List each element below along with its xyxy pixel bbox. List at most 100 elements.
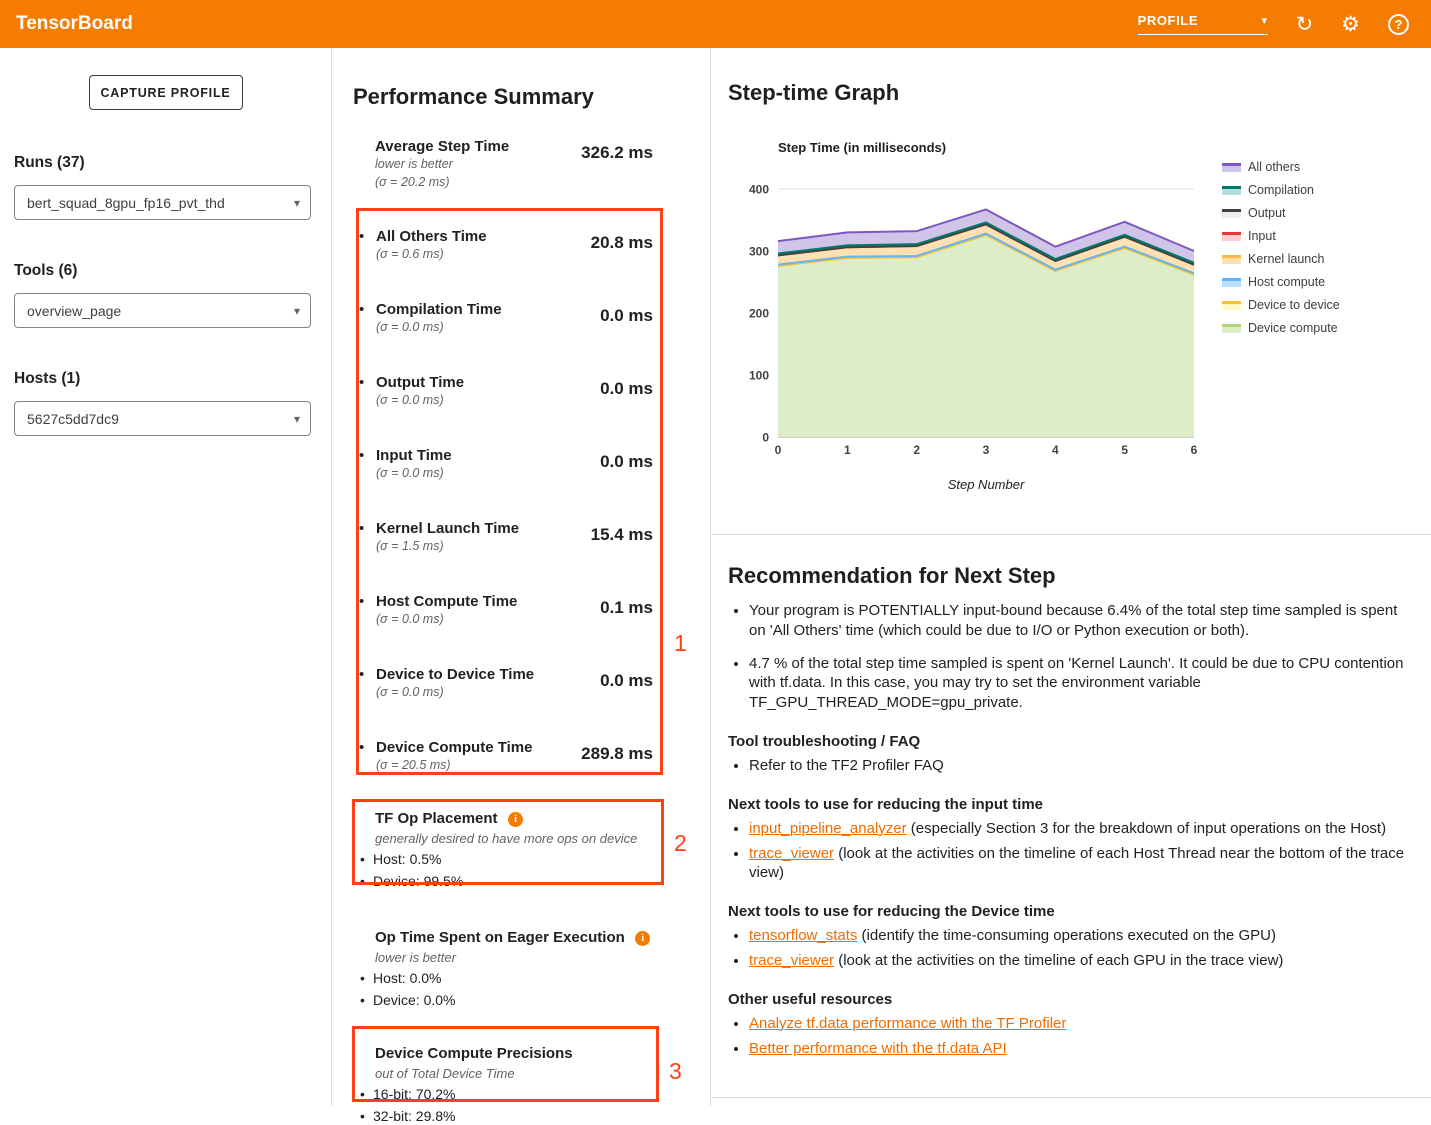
list-item: trace_viewer (look at the activities on … [749, 844, 1405, 884]
svg-text:0: 0 [762, 431, 769, 445]
list-item: Better performance with the tf.data API [749, 1039, 1405, 1059]
legend-swatch [1222, 163, 1241, 172]
faq-list: Refer to the TF2 Profiler FAQ [728, 756, 1405, 776]
metric-row-host-compute: • Host Compute Time (σ = 0.0 ms) 0.1 ms [353, 585, 665, 658]
info-icon[interactable]: i [508, 812, 523, 827]
metric-row-device-compute: • Device Compute Time (σ = 20.5 ms) 289.… [353, 731, 665, 804]
legend-item: Output [1222, 206, 1340, 220]
hosts-select[interactable]: 5627c5dd7dc9 ▾ [14, 401, 311, 436]
metric-value: 0.1 ms [600, 598, 653, 658]
list-item: tensorflow_stats (identify the time-cons… [749, 926, 1405, 946]
trace-viewer-link[interactable]: trace_viewer [749, 952, 834, 969]
tensorflow-stats-link[interactable]: tensorflow_stats [749, 927, 857, 944]
main-content: CAPTURE PROFILE Runs (37) bert_squad_8gp… [0, 48, 1431, 1106]
bullet-icon: • [360, 991, 373, 1009]
legend-swatch [1222, 186, 1241, 195]
precision-32bit-value: 32-bit: 29.8% [373, 1107, 456, 1125]
header-actions: PROFILE ▾ ↻ ⚙ ? [1138, 13, 1409, 35]
legend-swatch [1222, 278, 1241, 287]
legend-item: Input [1222, 229, 1340, 243]
metric-value: 15.4 ms [591, 525, 653, 585]
help-icon[interactable]: ? [1388, 14, 1409, 35]
app-header: TensorBoard PROFILE ▾ ↻ ⚙ ? [0, 0, 1431, 48]
info-icon[interactable]: i [635, 931, 650, 946]
step-time-graph-panel: Step-time Graph Step Time (in millisecon… [711, 48, 1431, 535]
metric-row-input: • Input Time (σ = 0.0 ms) 0.0 ms [353, 439, 665, 512]
runs-select[interactable]: bert_squad_8gpu_fp16_pvt_thd ▾ [14, 185, 311, 220]
list-item: input_pipeline_analyzer (especially Sect… [749, 819, 1405, 839]
metric-note: lower is better [375, 157, 509, 173]
metric-value: 326.2 ms [581, 143, 653, 190]
metric-row-kernel-launch: • Kernel Launch Time (σ = 1.5 ms) 15.4 m… [353, 512, 665, 585]
dashboard-selector[interactable]: PROFILE ▾ [1138, 13, 1268, 35]
step-time-chart: 01002003004000123456 [728, 169, 1208, 469]
tf-op-placement-note: generally desired to have more ops on de… [375, 831, 665, 846]
faq-item: Refer to the TF2 Profiler FAQ [749, 756, 1405, 776]
sidebar: CAPTURE PROFILE Runs (37) bert_squad_8gp… [0, 48, 332, 1106]
metric-sigma: (σ = 0.0 ms) [376, 466, 452, 480]
metric-sigma: (σ = 20.2 ms) [375, 175, 509, 191]
metric-row-compilation: • Compilation Time (σ = 0.0 ms) 0.0 ms [353, 293, 665, 366]
compute-precisions-block: Device Compute Precisions out of Total D… [353, 1045, 665, 1125]
metric-row-device-to-device: • Device to Device Time (σ = 0.0 ms) 0.0… [353, 658, 665, 731]
svg-text:1: 1 [844, 443, 851, 457]
tf-op-device-item: • Device: 99.5% [360, 872, 665, 890]
tf-op-device-value: Device: 99.5% [373, 872, 463, 890]
runs-select-value: bert_squad_8gpu_fp16_pvt_thd [27, 195, 225, 211]
legend-item: Device to device [1222, 298, 1340, 312]
bullet-icon: • [359, 666, 376, 731]
dashboard-selector-value: PROFILE [1138, 13, 1199, 28]
capture-profile-button[interactable]: CAPTURE PROFILE [89, 75, 243, 110]
compute-precisions-note: out of Total Device Time [375, 1066, 665, 1081]
chevron-down-icon: ▾ [294, 196, 300, 210]
metric-value: 289.8 ms [581, 744, 653, 804]
tools-select[interactable]: overview_page ▾ [14, 293, 311, 328]
metric-label: Compilation Time [376, 301, 502, 318]
metric-label: Device Compute Time [376, 739, 532, 756]
input-pipeline-analyzer-link[interactable]: input_pipeline_analyzer [749, 820, 907, 837]
chevron-down-icon: ▾ [294, 412, 300, 426]
legend-item: Kernel launch [1222, 252, 1340, 266]
recommendation-title: Recommendation for Next Step [728, 563, 1405, 589]
tfdata-api-link[interactable]: Better performance with the tf.data API [749, 1040, 1007, 1057]
hosts-group: Hosts (1) 5627c5dd7dc9 ▾ [14, 370, 331, 436]
metric-label: Device to Device Time [376, 666, 534, 683]
refresh-icon[interactable]: ↻ [1296, 14, 1314, 35]
trace-viewer-link[interactable]: trace_viewer [749, 845, 834, 862]
bullet-icon: • [359, 593, 376, 658]
svg-text:300: 300 [749, 245, 769, 259]
tools-select-value: overview_page [27, 303, 121, 319]
recommendation-bullet: 4.7 % of the total step time sampled is … [749, 654, 1405, 713]
svg-text:5: 5 [1121, 443, 1128, 457]
legend-swatch [1222, 232, 1241, 241]
legend-item: Compilation [1222, 183, 1340, 197]
eager-execution-block: Op Time Spent on Eager Execution i lower… [353, 929, 665, 1009]
svg-text:6: 6 [1191, 443, 1198, 457]
metric-label: Host Compute Time [376, 593, 517, 610]
metric-row-output: • Output Time (σ = 0.0 ms) 0.0 ms [353, 366, 665, 439]
metric-value: 0.0 ms [600, 671, 653, 731]
bullet-icon: • [359, 739, 376, 804]
tfdata-performance-link[interactable]: Analyze tf.data performance with the TF … [749, 1015, 1066, 1032]
legend-swatch [1222, 209, 1241, 218]
tools-label: Tools (6) [14, 262, 331, 280]
svg-text:3: 3 [983, 443, 990, 457]
legend-item: All others [1222, 160, 1340, 174]
bullet-icon: • [360, 969, 373, 987]
chart-legend: All others Compilation Output Input Kern… [1222, 160, 1340, 492]
bullet-icon: • [359, 228, 376, 293]
metric-value: 20.8 ms [591, 233, 653, 293]
svg-text:2: 2 [913, 443, 920, 457]
bullet-icon: • [359, 447, 376, 512]
settings-gear-icon[interactable]: ⚙ [1341, 14, 1360, 35]
runs-label: Runs (37) [14, 154, 331, 172]
legend-swatch [1222, 255, 1241, 264]
chevron-down-icon: ▾ [294, 304, 300, 318]
metric-sigma: (σ = 0.0 ms) [376, 685, 534, 699]
eager-execution-title: Op Time Spent on Eager Execution [375, 929, 625, 946]
bullet-icon: • [359, 374, 376, 439]
metric-label: Input Time [376, 447, 452, 464]
metric-label: All Others Time [376, 228, 487, 245]
hosts-label: Hosts (1) [14, 370, 331, 388]
bullet-icon: • [360, 1107, 373, 1125]
